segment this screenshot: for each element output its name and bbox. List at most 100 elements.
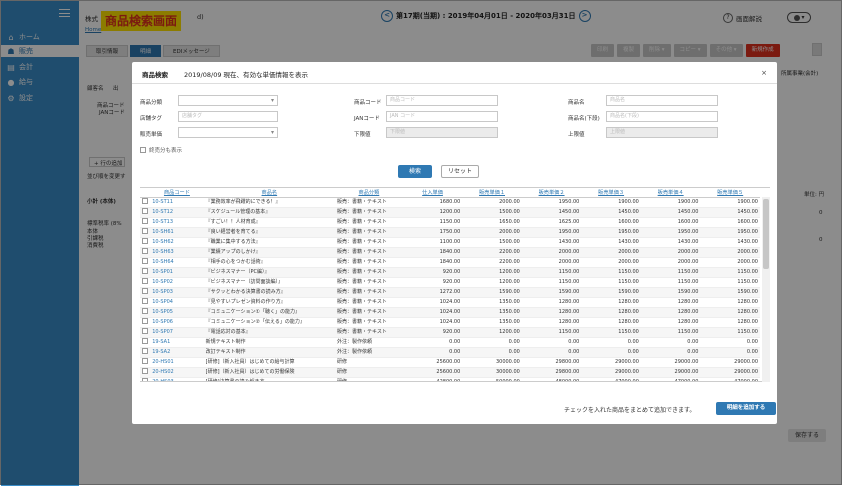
table-row[interactable]: 10-ST12 『スケジュール管理の基本』 販売：書籍・テキスト 1200.00 150… <box>140 207 760 218</box>
price-cell: 1280.00 <box>640 317 701 328</box>
table-row[interactable]: 10-SP03 『サクッとわかる決算書の読み方』 販売：書籍・テキスト 1272.00… <box>140 287 760 298</box>
lower-input[interactable]: 下限値 <box>386 127 498 138</box>
price-cell: 29000.00 <box>700 367 760 378</box>
product-code-link[interactable]: 10-ST13 <box>150 217 204 228</box>
table-row[interactable]: 10-SP02 『ビジネスマナー（訪問面談編）』 販売：書籍・テキスト 920.00 1… <box>140 277 760 288</box>
product-code-link[interactable]: 10-ST11 <box>150 197 204 208</box>
checkbox-icon <box>142 357 148 364</box>
row-checkbox[interactable] <box>140 287 151 298</box>
product-code-link[interactable]: 20-HS02 <box>150 367 204 378</box>
product-name-cell: 『サクッとわかる決算書の読み方』 <box>203 287 336 298</box>
row-checkbox[interactable] <box>140 247 151 258</box>
column-header[interactable]: 販売単価５ <box>700 188 760 198</box>
row-checkbox[interactable] <box>140 297 151 308</box>
category-select[interactable] <box>178 95 278 106</box>
reset-button[interactable]: リセット <box>441 165 479 178</box>
checkbox-icon <box>142 237 148 244</box>
product-code-link[interactable]: 20-HS03 <box>150 377 204 381</box>
row-checkbox[interactable] <box>140 237 151 248</box>
table-row[interactable]: 20-HS01 [研修]（新入社員）はじめての給与計算 研修 25600.00 3000… <box>140 357 760 368</box>
price-cell: 1590.00 <box>462 287 522 298</box>
row-checkbox[interactable] <box>140 347 151 358</box>
row-checkbox[interactable] <box>140 197 151 208</box>
table-header-row: 商品コード 商品名 商品分類 仕入単価 販売単価１ 販売単価２ 販売単価３ 販売… <box>140 188 760 198</box>
show-discontinued-checkbox[interactable]: 終売分も表示 <box>140 146 182 154</box>
row-checkbox[interactable] <box>140 367 151 378</box>
product-code-link[interactable]: 10-SP06 <box>150 317 204 328</box>
row-checkbox[interactable] <box>140 207 151 218</box>
code-input[interactable]: 商品コード <box>386 95 498 106</box>
table-row[interactable]: 10-SH64 『相手の心をつかむ話術』 販売：書籍・テキスト 1840.00 2200… <box>140 257 760 268</box>
price-cell: 1150.00 <box>640 277 701 288</box>
product-code-link[interactable]: 10-SH64 <box>150 257 204 268</box>
price-cell: 1150.00 <box>700 277 760 288</box>
upper-input[interactable]: 上限値 <box>606 127 718 138</box>
row-checkbox[interactable] <box>140 227 151 238</box>
close-icon[interactable]: × <box>761 69 767 77</box>
product-code-link[interactable]: 10-SP05 <box>150 307 204 318</box>
modal-title: 商品検索 <box>142 71 168 79</box>
table-row[interactable]: 20-HS03 [研修]決算書の読み解き方 研修 42800.00 50000.00 48… <box>140 377 760 381</box>
table-row[interactable]: 10-ST11 『業務效率が飛躍的にできる！』 販売：書籍・テキスト 1680.00 2… <box>140 197 760 208</box>
price-cell: 47000.00 <box>700 377 760 381</box>
table-row[interactable]: 10-SP05 『コミュニケーション①「聴く」の能力』 販売：書籍・テキスト 1024… <box>140 307 760 318</box>
sales-unit-select[interactable] <box>178 127 278 138</box>
sales-unit-label: 販売単価 <box>140 132 163 138</box>
row-checkbox[interactable] <box>140 337 151 348</box>
row-checkbox[interactable] <box>140 307 151 318</box>
table-row[interactable]: 20-HS02 [研修]（新入社員）はじめての労働保険 研修 25600.00 3000… <box>140 367 760 378</box>
product-code-link[interactable]: 10-SH63 <box>150 247 204 258</box>
row-checkbox[interactable] <box>140 257 151 268</box>
product-code-link[interactable]: 10-ST12 <box>150 207 204 218</box>
search-button[interactable]: 検索 <box>398 165 432 178</box>
checkbox-icon <box>142 257 148 264</box>
table-row[interactable]: 10-SP04 『見やすいプレゼン資料の作り方』 販売：書籍・テキスト 1024.00… <box>140 297 760 308</box>
table-row[interactable]: 10-SH61 『良い経営者を育てる』 販売：書籍・テキスト 1750.00 2000.… <box>140 227 760 238</box>
row-checkbox[interactable] <box>140 267 151 278</box>
product-code-link[interactable]: 10-SP03 <box>150 287 204 298</box>
column-header[interactable]: 販売単価１ <box>462 188 522 198</box>
table-row[interactable]: 10-SP06 『コミュニケーション②「伝える」の能力』 販売：書籍・テキスト 102… <box>140 317 760 328</box>
product-code-link[interactable]: 20-HS01 <box>150 357 204 368</box>
row-checkbox[interactable] <box>140 327 151 338</box>
name-input[interactable]: 商品名 <box>606 95 718 106</box>
product-code-link[interactable]: 10-SP07 <box>150 327 204 338</box>
row-checkbox[interactable] <box>140 217 151 228</box>
price-cell: 0.00 <box>462 337 522 348</box>
table-row[interactable]: 19-SA1 新規テキスト制作 外注：製作依頼 0.00 0.00 0.00 0.00 0.0… <box>140 337 760 348</box>
name2-input[interactable]: 商品名(下段) <box>606 111 718 122</box>
product-code-link[interactable]: 10-SP01 <box>150 267 204 278</box>
add-details-button[interactable]: 明細を追加する <box>716 402 776 415</box>
table-row[interactable]: 10-SH62 『職業に集中する方法』 販売：書籍・テキスト 1100.00 1500.… <box>140 237 760 248</box>
jan-input[interactable]: JAN コード <box>386 111 498 122</box>
table-row[interactable]: 10-SP07 『電話応対の基本』 販売：書籍・テキスト 920.00 1200.00 1… <box>140 327 760 338</box>
column-header[interactable]: 販売単価４ <box>640 188 701 198</box>
row-checkbox[interactable] <box>140 317 151 328</box>
product-code-link[interactable]: 10-SP04 <box>150 297 204 308</box>
product-code-link[interactable]: 19-SA2 <box>150 347 204 358</box>
column-header[interactable]: 商品名 <box>203 188 336 198</box>
row-checkbox[interactable] <box>140 377 151 381</box>
column-header[interactable]: 仕入単価 <box>402 188 463 198</box>
row-checkbox[interactable] <box>140 357 151 368</box>
column-header[interactable]: 商品分類 <box>335 188 403 198</box>
column-header[interactable]: 商品コード <box>150 188 204 198</box>
table-scrollbar[interactable] <box>762 197 770 382</box>
product-code-link[interactable]: 10-SH61 <box>150 227 204 238</box>
table-row[interactable]: 10-SP01 『ビジネスマナー（PC編）』 販売：書籍・テキスト 920.00 120… <box>140 267 760 278</box>
column-header[interactable]: 販売単価２ <box>521 188 582 198</box>
table-row[interactable]: 19-SA2 改訂テキスト制作 外注：製作依頼 0.00 0.00 0.00 0.00 0.0… <box>140 347 760 358</box>
price-cell: 1840.00 <box>402 247 463 258</box>
product-code-link[interactable]: 19-SA1 <box>150 337 204 348</box>
store-tag-input[interactable]: 店舗タグ <box>178 111 278 122</box>
row-checkbox[interactable] <box>140 277 151 288</box>
table-row[interactable]: 10-SH63 『業績アップのしかけ』 販売：書籍・テキスト 1840.00 2200.… <box>140 247 760 258</box>
table-row[interactable]: 10-ST13 『すごい！！人材育成』 販売：書籍・テキスト 1150.00 1650.… <box>140 217 760 228</box>
scrollbar-thumb[interactable] <box>763 199 769 269</box>
price-cell: 29000.00 <box>640 367 701 378</box>
price-cell: 0.00 <box>700 347 760 358</box>
product-name-cell: 『業務效率が飛躍的にできる！』 <box>203 197 336 208</box>
product-code-link[interactable]: 10-SP02 <box>150 277 204 288</box>
column-header[interactable]: 販売単価３ <box>581 188 641 198</box>
product-code-link[interactable]: 10-SH62 <box>150 237 204 248</box>
